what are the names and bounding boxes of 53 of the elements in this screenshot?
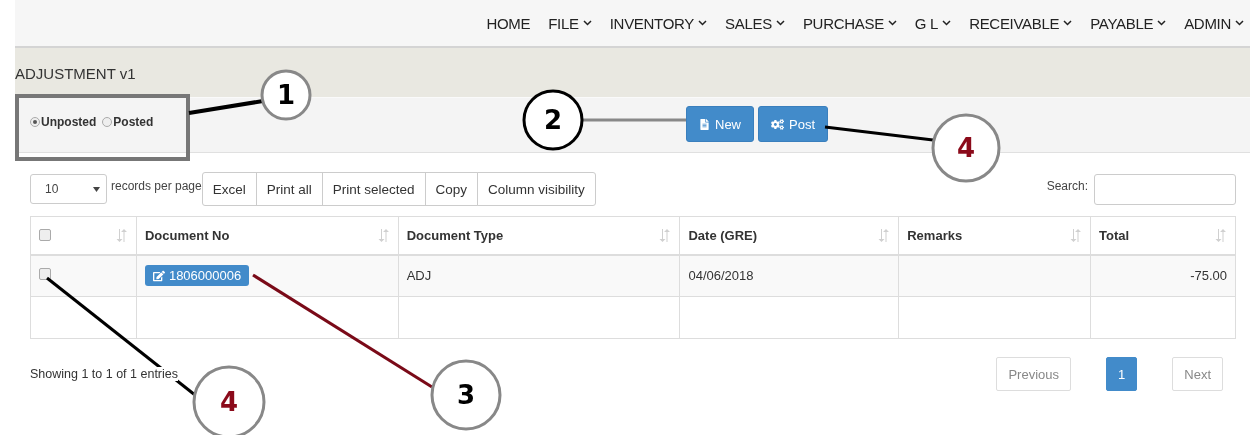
document-link[interactable]: 1806000006 (144, 265, 250, 287)
column-header[interactable]: Document No (144, 227, 230, 243)
nav-item[interactable]: PAYABLE (1090, 14, 1167, 32)
row-checkbox[interactable] (39, 268, 51, 281)
search-label: Search: (1046, 179, 1088, 193)
table-cell: ADJ (406, 268, 432, 284)
radio-option[interactable]: Posted (102, 115, 154, 129)
nav-item[interactable]: ADMIN (1184, 14, 1244, 32)
page-button[interactable]: 1 (1106, 357, 1138, 391)
gears-icon (771, 117, 784, 131)
export-button[interactable]: Print selected (321, 172, 426, 206)
entries-info: Showing 1 to 1 of 1 entries (30, 367, 178, 381)
callout-number: 3 (456, 380, 476, 410)
column-header[interactable]: Remarks (907, 227, 963, 243)
search-field[interactable] (1094, 173, 1236, 205)
previous-button[interactable]: Previous (996, 357, 1072, 391)
column-header[interactable]: Total (1099, 227, 1130, 243)
caret-icon (93, 186, 100, 192)
page-length-label: records per page (111, 179, 202, 193)
table-cell: 04/06/2018 (688, 268, 754, 284)
sort-icon (1215, 228, 1227, 242)
edit-icon (152, 269, 165, 282)
document-icon (699, 118, 710, 130)
radio-option[interactable]: Unposted (30, 115, 97, 129)
nav-item[interactable]: HOME (486, 14, 531, 32)
sort-icon (377, 228, 390, 242)
column-header[interactable]: Date (GRE) (688, 227, 758, 243)
next-button[interactable]: Next (1172, 357, 1223, 391)
callout-number: 2 (543, 105, 563, 135)
post-button[interactable]: Post (758, 106, 829, 142)
new-button[interactable]: New (686, 106, 754, 142)
export-button[interactable]: Column visibility (477, 172, 596, 206)
select-all-checkbox[interactable] (39, 229, 51, 242)
nav-item[interactable]: INVENTORY (609, 14, 707, 32)
export-button[interactable]: Copy (424, 172, 479, 206)
callout-number: 4 (219, 387, 239, 417)
nav-item[interactable]: G L (914, 14, 952, 32)
page-title: ADJUSTMENT v1 (15, 65, 136, 82)
nav-item[interactable]: PURCHASE (802, 14, 897, 32)
callout-number: 1 (276, 80, 296, 110)
sort-icon (659, 228, 672, 242)
sort-icon (115, 228, 128, 242)
column-header[interactable]: Document Type (406, 227, 504, 243)
export-button[interactable]: Excel (201, 172, 257, 206)
page-length-select[interactable]: 10 (30, 174, 107, 204)
sort-icon (878, 228, 891, 242)
export-button[interactable]: Print all (255, 172, 323, 206)
sort-icon (1070, 228, 1083, 242)
callout-number: 4 (956, 133, 976, 163)
nav-item[interactable]: FILE (548, 14, 592, 32)
table-cell: -75.00 (1190, 268, 1227, 284)
nav-item[interactable]: SALES (725, 14, 785, 32)
nav-item[interactable]: RECEIVABLE (969, 14, 1073, 32)
